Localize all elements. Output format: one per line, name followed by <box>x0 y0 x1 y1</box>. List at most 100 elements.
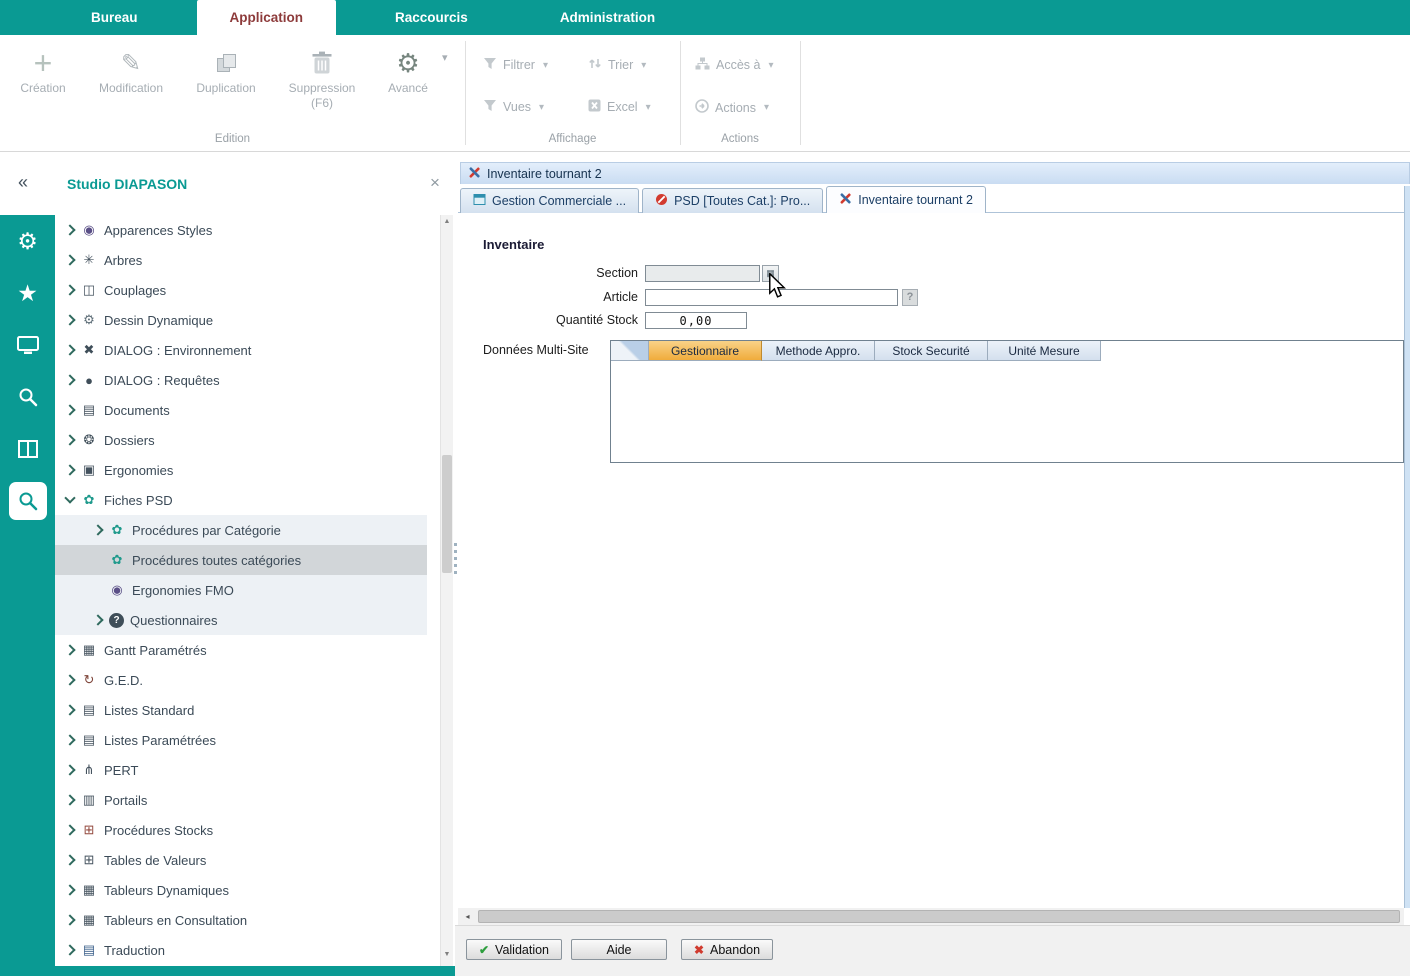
chevron-right-icon[interactable] <box>63 493 77 507</box>
tree-item[interactable]: ◉ Ergonomies FMO <box>55 575 427 605</box>
chevron-right-icon[interactable] <box>63 373 77 387</box>
chevron-right-icon[interactable] <box>63 433 77 447</box>
chevron-right-icon[interactable] <box>63 943 77 957</box>
tree-item[interactable]: ⚙ Dessin Dynamique <box>55 305 427 335</box>
tree-item[interactable]: ✿ Procédures par Catégorie <box>55 515 427 545</box>
chevron-right-icon[interactable] <box>63 253 77 267</box>
tree-item[interactable]: ⊞ Tables de Valeurs <box>55 845 427 875</box>
search-icon[interactable] <box>0 371 55 423</box>
scroll-down-icon[interactable]: ▼ <box>441 951 453 958</box>
tree-scrollbar[interactable]: ▲ ▼ <box>440 215 453 966</box>
suppression-button[interactable]: Suppression (F6) <box>274 45 370 111</box>
tree-item[interactable]: ▤ Listes Standard <box>55 695 427 725</box>
tab-inventaire-tournant[interactable]: Inventaire tournant 2 <box>826 186 986 213</box>
right-scrollbar[interactable] <box>1404 186 1410 908</box>
settings-gear-icon[interactable]: ⚙ <box>0 215 55 267</box>
aide-button[interactable]: Aide <box>571 939 667 960</box>
acces-a-button[interactable]: Accès à ▾ <box>695 57 774 73</box>
tree-item[interactable]: ▣ Ergonomies <box>55 455 427 485</box>
close-sidebar-icon[interactable]: × <box>430 173 440 193</box>
tree-item[interactable]: ▦ Gantt Paramétrés <box>55 635 427 665</box>
tree-item[interactable]: ↻ G.E.D. <box>55 665 427 695</box>
chevron-right-icon[interactable] <box>63 223 77 237</box>
chevron-right-icon[interactable] <box>63 643 77 657</box>
table-column-header[interactable]: Stock Securité <box>875 341 988 361</box>
tree-item[interactable]: ◉ Apparences Styles <box>55 215 427 245</box>
chevron-right-icon[interactable] <box>91 523 105 537</box>
chevron-right-icon[interactable] <box>91 613 105 627</box>
tree-item[interactable]: ▤ Traduction <box>55 935 427 965</box>
tree-item[interactable]: ▦ Tableurs en Consultation <box>55 905 427 935</box>
chevron-right-icon[interactable] <box>63 283 77 297</box>
table-column-header[interactable]: Gestionnaire <box>649 341 762 361</box>
tree-item[interactable]: ✳ Arbres <box>55 245 427 275</box>
favorites-star-icon[interactable]: ★ <box>0 267 55 319</box>
chevron-right-icon[interactable] <box>63 913 77 927</box>
chevron-right-icon[interactable] <box>63 823 77 837</box>
tree-item[interactable]: ▤ Listes Paramétrées <box>55 725 427 755</box>
tree-item[interactable]: ▦ Tableurs Dynamiques <box>55 875 427 905</box>
chevron-right-icon[interactable] <box>63 673 77 687</box>
modification-button[interactable]: ✎ Modification <box>86 45 176 96</box>
creation-button[interactable]: + Création <box>10 45 76 96</box>
table-column-header[interactable]: Methode Appro. <box>762 341 875 361</box>
article-input[interactable] <box>645 289 898 306</box>
abandon-button[interactable]: ✖ Abandon <box>681 939 773 960</box>
avance-button[interactable]: ⚙ Avancé <box>378 45 438 96</box>
qty-input[interactable] <box>645 312 747 329</box>
tree-scrollbar-thumb[interactable] <box>442 455 452 573</box>
chevron-right-icon[interactable] <box>63 343 77 357</box>
chevron-right-icon[interactable] <box>63 703 77 717</box>
chevron-right-icon[interactable] <box>63 463 77 477</box>
tab-psd-toutes-cat[interactable]: PSD [Toutes Cat.]: Pro... <box>642 188 823 213</box>
excel-button[interactable]: Excel ▾ <box>588 99 651 115</box>
chevron-right-icon[interactable] <box>63 793 77 807</box>
article-help-button[interactable]: ? <box>902 289 918 306</box>
ribbon-tab[interactable]: Application <box>197 0 337 35</box>
tree-item[interactable]: ✿ Fiches PSD <box>55 485 427 515</box>
filtrer-button[interactable]: Filtrer ▾ <box>483 57 548 73</box>
tree-item[interactable]: ▤ Documents <box>55 395 427 425</box>
tree-item[interactable]: ❂ Dossiers <box>55 425 427 455</box>
tree-item[interactable]: ⋔ PERT <box>55 755 427 785</box>
tree-item[interactable]: ● DIALOG : Requêtes <box>55 365 427 395</box>
tree-item[interactable]: ⊞ Procédures Stocks <box>55 815 427 845</box>
avance-dropdown-icon[interactable]: ▾ <box>442 51 448 64</box>
chevron-right-icon[interactable] <box>63 853 77 867</box>
horizontal-scrollbar[interactable]: ◂ <box>458 908 1404 925</box>
chevron-right-icon[interactable] <box>63 313 77 327</box>
trier-button[interactable]: Trier ▾ <box>588 57 646 73</box>
table-column-header[interactable]: Unité Mesure <box>988 341 1101 361</box>
chevron-right-icon[interactable] <box>63 763 77 777</box>
scroll-up-icon[interactable]: ▲ <box>441 218 453 225</box>
tree-item-icon: ✿ <box>79 492 99 508</box>
filtrer-dropdown-icon: ▾ <box>543 60 548 71</box>
ribbon-tab[interactable]: Raccourcis <box>362 0 501 35</box>
tree-item[interactable]: ◫ Couplages <box>55 275 427 305</box>
section-lookup-button[interactable]: ▦ <box>762 265 779 282</box>
horizontal-scrollbar-thumb[interactable] <box>478 910 1400 923</box>
chevron-right-icon[interactable] <box>63 883 77 897</box>
desktop-icon[interactable] <box>0 319 55 371</box>
section-input[interactable] <box>645 265 760 282</box>
duplication-button[interactable]: Duplication <box>180 45 272 96</box>
actions-button[interactable]: Actions ▾ <box>695 99 769 116</box>
chevron-right-icon[interactable] <box>63 733 77 747</box>
splitter-handle[interactable] <box>454 543 457 577</box>
tree-item[interactable]: ✖ DIALOG : Environnement <box>55 335 427 365</box>
collapse-sidebar-icon[interactable]: « <box>18 172 28 193</box>
ribbon-tab[interactable]: Bureau <box>58 0 171 35</box>
tree-item[interactable]: ✿ Procédures toutes catégories <box>55 545 427 575</box>
vues-button[interactable]: Vues ▾ <box>483 99 544 115</box>
scroll-left-icon[interactable]: ◂ <box>460 910 475 923</box>
explorer-search-icon[interactable] <box>0 475 55 527</box>
modules-icon[interactable] <box>0 423 55 475</box>
tree-item[interactable]: ? Questionnaires <box>55 605 427 635</box>
validation-button[interactable]: ✔ Validation <box>466 939 562 960</box>
suppression-label: Suppression <box>289 81 356 96</box>
ribbon-tab[interactable]: Administration <box>527 0 688 35</box>
tree-item[interactable]: ▥ Portails <box>55 785 427 815</box>
table-corner-select-all[interactable] <box>611 341 649 361</box>
chevron-right-icon[interactable] <box>63 403 77 417</box>
tab-gestion-commerciale[interactable]: Gestion Commerciale ... <box>460 188 639 213</box>
